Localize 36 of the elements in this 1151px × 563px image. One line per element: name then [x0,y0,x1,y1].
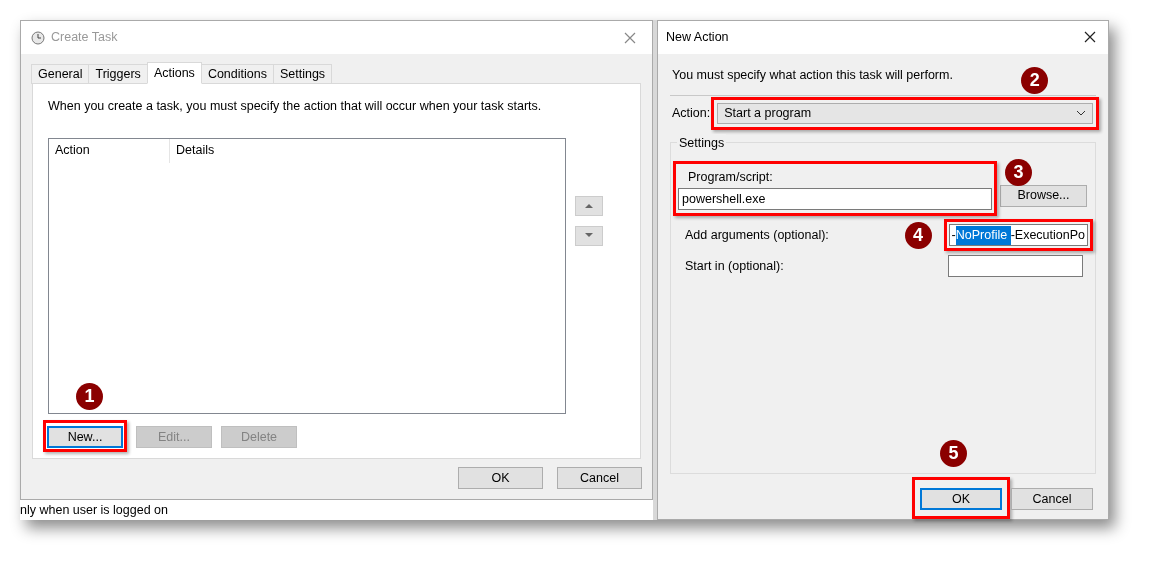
column-header[interactable]: Details [170,138,290,163]
start-in-input[interactable] [948,255,1083,278]
move-up-button[interactable] [575,195,603,216]
triangle-up-icon [585,203,593,209]
close-icon[interactable] [1084,31,1096,44]
instruction-text: You must specify what action this task will perform. [672,66,953,84]
move-down-button[interactable] [575,225,603,246]
step-number-badge: 5 [940,440,967,467]
dialog-button[interactable]: OK [920,488,1002,510]
clock-icon [31,30,45,45]
tab[interactable]: Triggers [88,64,148,84]
chevron-down-icon [1076,110,1087,116]
dialog-button[interactable]: OK [458,467,543,489]
tab[interactable]: Actions [146,62,202,84]
step-number-badge: 3 [1005,158,1032,186]
dialog-button[interactable]: Cancel [557,467,642,489]
column-header[interactable]: Action [49,138,170,163]
step-number-badge: 2 [1021,66,1049,94]
dialog-button[interactable]: New... [47,425,123,448]
action-dropdown[interactable]: Start a program [717,102,1094,124]
dialog-button[interactable]: Cancel [1011,488,1093,511]
window-title: Create Task [51,29,119,47]
field-label: Start in (optional): [685,257,784,275]
tab[interactable]: General [31,64,90,84]
step-number-badge: 4 [904,222,932,250]
dialog-button[interactable]: Browse... [1000,184,1087,207]
tab[interactable]: Settings [272,64,333,84]
window-title: New Action [666,29,730,46]
triangle-down-icon [585,233,593,239]
program-input[interactable]: powershell.exe [678,188,992,211]
field-label: Action: [672,104,711,122]
description-text: When you create a task, you must specify the action that will occur when your task starts. [48,98,543,115]
background-text: nly when user is logged on [20,501,168,519]
field-label: Add arguments (optional): [685,226,829,244]
field-label: Program/script: [688,168,774,186]
arguments-input[interactable]: -NoProfile -ExecutionPo [948,224,1088,247]
